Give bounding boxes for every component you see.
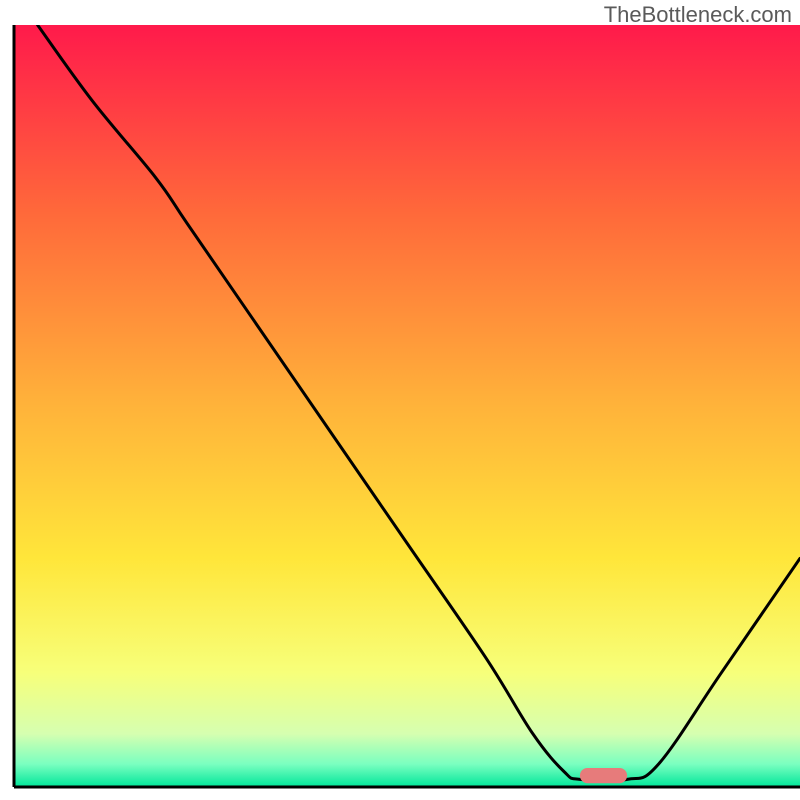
watermark-text: TheBottleneck.com [604, 2, 792, 28]
chart-container: TheBottleneck.com [0, 0, 800, 800]
gradient-background [14, 25, 800, 787]
optimum-marker [580, 768, 627, 783]
bottleneck-chart [0, 0, 800, 800]
